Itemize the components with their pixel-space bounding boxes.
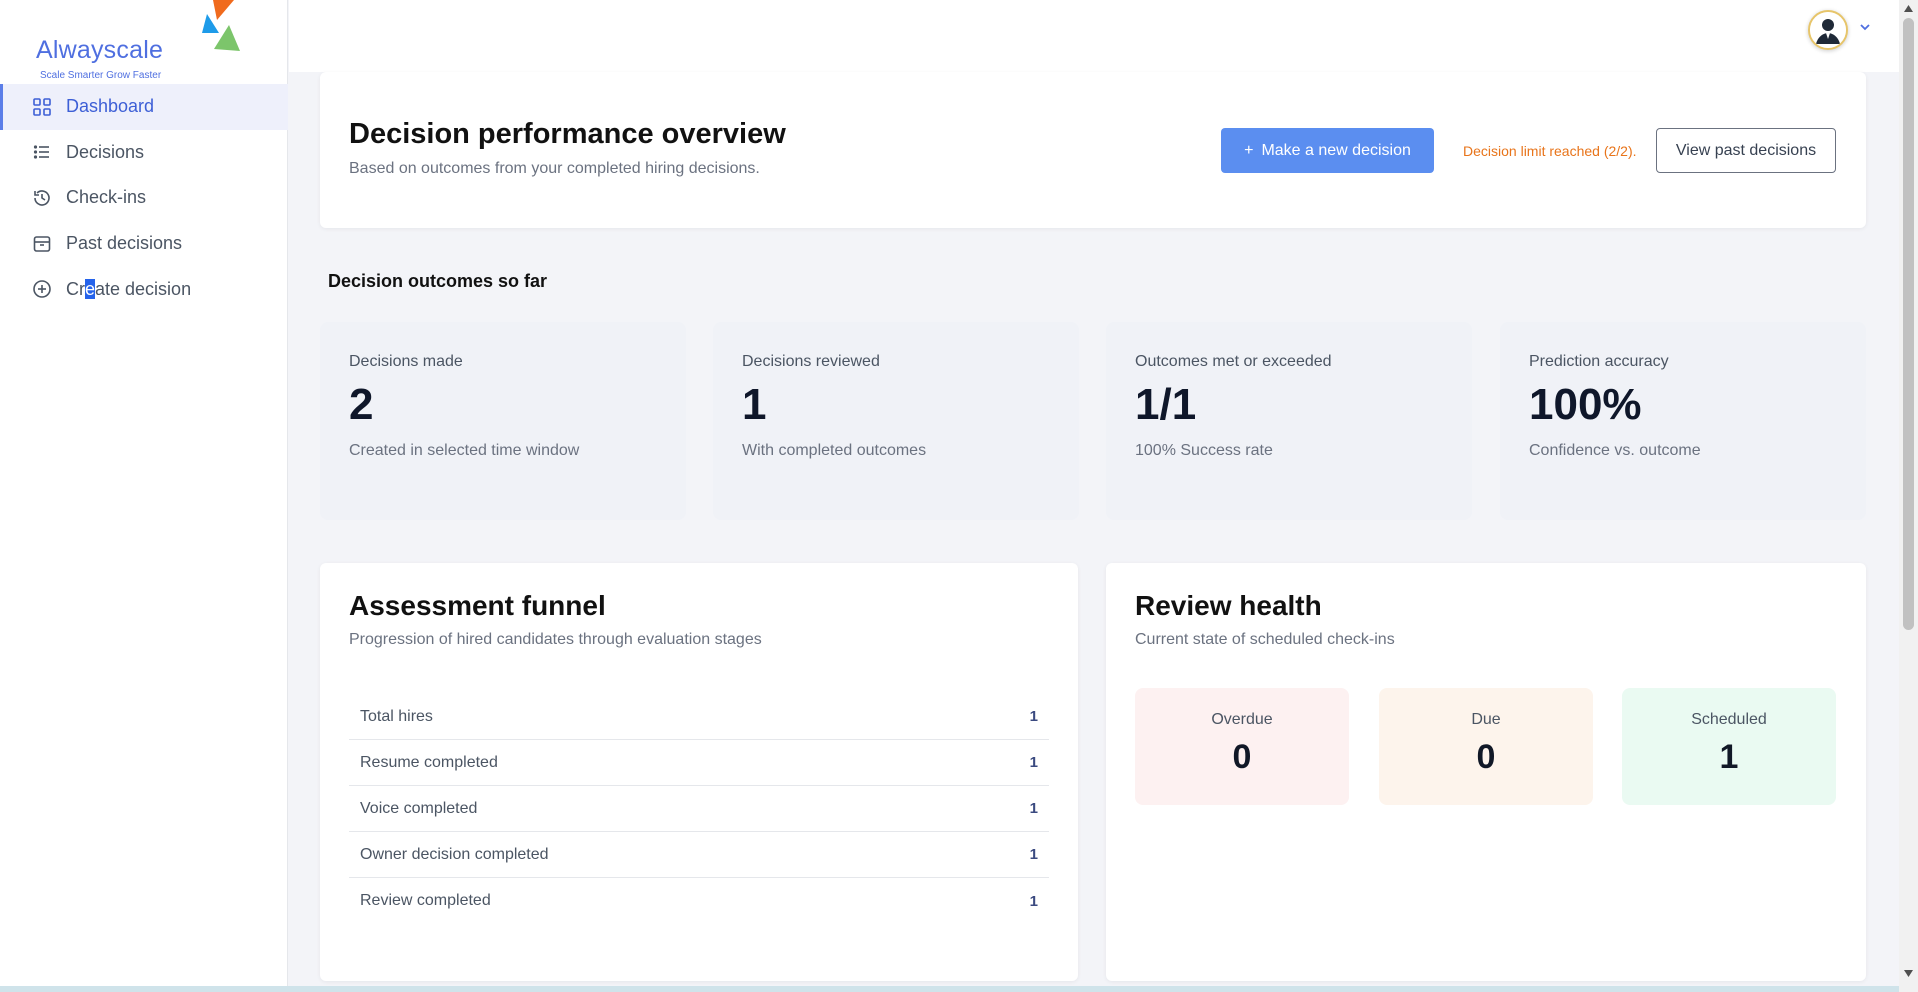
top-bar	[289, 0, 1899, 72]
brand-name: Alwayscale	[36, 36, 164, 64]
health-box-label: Due	[1471, 711, 1501, 728]
funnel-subtitle: Progression of hired candidates through …	[349, 631, 762, 648]
plus-circle-icon	[30, 277, 54, 301]
funnel-row: Owner decision completed 1	[349, 832, 1049, 878]
health-title: Review health	[1135, 590, 1322, 621]
funnel-row-value: 1	[1029, 754, 1038, 771]
stat-label: Prediction accuracy	[1529, 353, 1669, 370]
sidebar-item-label: Check-ins	[66, 187, 147, 208]
outcomes-section-title: Decision outcomes so far	[328, 271, 548, 291]
stat-value: 1	[742, 380, 767, 429]
overview-card: Decision performance overview Based on o…	[320, 72, 1866, 228]
funnel-row: Review completed 1	[349, 878, 1049, 924]
funnel-row-value: 1	[1029, 708, 1038, 725]
stat-value: 2	[349, 380, 374, 429]
stat-value: 100%	[1529, 380, 1642, 429]
funnel-row: Voice completed 1	[349, 786, 1049, 832]
chevron-down-icon[interactable]	[1859, 22, 1871, 32]
scrollbar-thumb[interactable]	[1903, 18, 1914, 630]
review-health-card: Review health Current state of scheduled…	[1106, 563, 1866, 981]
window-bottom-edge	[0, 986, 1899, 992]
user-avatar-icon[interactable]	[1808, 10, 1848, 50]
brand-tagline: Scale Smarter Grow Faster	[40, 70, 162, 81]
decision-limit-warning: Decision limit reached (2/2).	[1463, 143, 1637, 159]
health-box-scheduled: Scheduled 1	[1622, 688, 1836, 805]
stat-card-prediction-accuracy: Prediction accuracy 100% Confidence vs. …	[1500, 322, 1866, 520]
health-box-label: Overdue	[1211, 711, 1273, 728]
funnel-title: Assessment funnel	[349, 590, 606, 621]
stat-label: Decisions made	[349, 353, 463, 370]
sidebar-item-check-ins[interactable]: Check-ins	[0, 175, 288, 221]
health-subtitle: Current state of scheduled check-ins	[1135, 631, 1395, 648]
page-subtitle: Based on outcomes from your completed hi…	[349, 160, 760, 177]
stat-label: Decisions reviewed	[742, 353, 880, 370]
stat-card-decisions-reviewed: Decisions reviewed 1 With completed outc…	[713, 322, 1079, 520]
sidebar-nav: Dashboard Decisions Check-ins Past decis…	[0, 84, 288, 312]
brand-logo[interactable]: Alwayscale Scale Smarter Grow Faster	[36, 0, 240, 84]
assessment-funnel-card: Assessment funnel Progression of hired c…	[320, 563, 1078, 981]
funnel-row-label: Voice completed	[360, 799, 478, 817]
health-box-value: 1	[1719, 738, 1739, 776]
sidebar-item-dashboard[interactable]: Dashboard	[0, 84, 288, 130]
view-past-decisions-button[interactable]: View past decisions	[1656, 128, 1836, 173]
sidebar-item-label: Dashboard	[66, 96, 155, 117]
stat-card-decisions-made: Decisions made 2 Created in selected tim…	[320, 322, 686, 520]
stat-subtext: With completed outcomes	[742, 442, 927, 459]
history-icon	[30, 186, 54, 210]
sidebar-item-label: Decisions	[66, 141, 145, 162]
make-new-decision-label: Make a new decision	[1261, 141, 1411, 159]
grid-icon	[30, 95, 54, 119]
sidebar-item-create-decision[interactable]: Create decision	[0, 266, 288, 312]
sidebar: Alwayscale Scale Smarter Grow Faster Das…	[0, 0, 288, 992]
funnel-row: Total hires 1	[349, 694, 1049, 740]
health-box-label: Scheduled	[1691, 711, 1767, 728]
logo-shapes-icon	[202, 0, 240, 51]
sidebar-item-label: Create decision	[66, 278, 192, 299]
sidebar-item-decisions[interactable]: Decisions	[0, 130, 288, 176]
funnel-row-value: 1	[1029, 892, 1038, 910]
funnel-row: Resume completed 1	[349, 740, 1049, 786]
funnel-row-value: 1	[1029, 846, 1038, 863]
funnel-row-label: Review completed	[360, 892, 491, 909]
sidebar-item-label: Past decisions	[66, 233, 183, 254]
list-icon	[30, 140, 54, 164]
funnel-list: Total hires 1 Resume completed 1 Voice c…	[349, 694, 1049, 924]
sidebar-item-past-decisions[interactable]: Past decisions	[0, 221, 288, 267]
health-box-due: Due 0	[1379, 688, 1593, 805]
funnel-row-label: Resume completed	[360, 753, 498, 771]
page-scrollbar[interactable]	[1899, 0, 1918, 992]
make-new-decision-button[interactable]: + Make a new decision	[1221, 128, 1434, 173]
stat-subtext: Created in selected time window	[349, 442, 580, 459]
stat-card-outcomes-met: Outcomes met or exceeded 1/1 100% Succes…	[1106, 322, 1472, 520]
health-box-value: 0	[1476, 738, 1496, 776]
text-selection: e	[85, 278, 96, 299]
stat-subtext: 100% Success rate	[1135, 442, 1273, 459]
funnel-row-value: 1	[1029, 800, 1038, 817]
plus-icon: +	[1244, 141, 1254, 159]
health-box-overdue: Overdue 0	[1135, 688, 1349, 805]
stat-value: 1/1	[1135, 380, 1197, 429]
funnel-row-label: Total hires	[360, 707, 433, 725]
funnel-row-label: Owner decision completed	[360, 845, 549, 863]
health-box-value: 0	[1232, 738, 1252, 776]
stat-subtext: Confidence vs. outcome	[1529, 442, 1701, 459]
scroll-down-icon[interactable]	[1904, 970, 1913, 977]
page-title: Decision performance overview	[349, 118, 786, 150]
archive-icon	[30, 232, 54, 256]
scroll-up-icon[interactable]	[1904, 5, 1913, 12]
stat-label: Outcomes met or exceeded	[1135, 353, 1332, 370]
